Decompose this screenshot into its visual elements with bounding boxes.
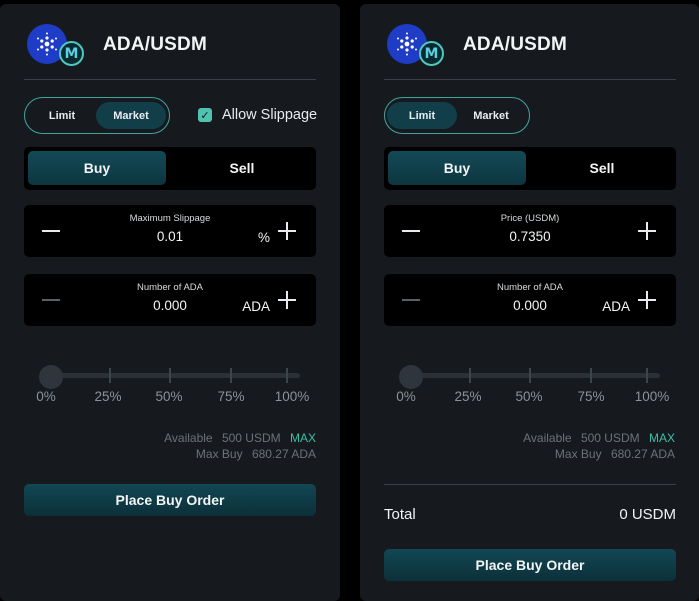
slider-mark[interactable]: 100% [632,389,672,404]
slider-tick [646,368,648,383]
decrement-icon[interactable] [42,230,60,232]
price-stepper: Price (USDM) 0.7350 [384,205,676,257]
available-value: 500 USDM [580,431,640,445]
ada-amount-input[interactable]: 0.000 [84,298,256,313]
decrement-icon[interactable] [42,299,60,301]
pair-header: M ADA/USDM [27,24,307,66]
amount-slider[interactable]: 0% 25% 50% 75% 100% [24,359,316,409]
decrement-icon[interactable] [402,299,420,301]
max-buy-label: Max Buy [554,447,602,461]
pair-title: ADA/USDM [463,34,567,55]
sell-tab[interactable]: Sell [532,151,672,185]
limit-order-panel: M ADA/USDM Limit Market Buy Sell Price (… [360,4,699,601]
pair-title: ADA/USDM [103,34,207,55]
max-button[interactable]: MAX [649,431,675,445]
order-type-toggle: Limit Market [384,97,530,134]
slider-mark[interactable]: 50% [149,389,189,404]
limit-tab[interactable]: Limit [27,102,97,129]
allow-slippage-label: Allow Slippage [222,107,318,123]
ada-amount-label: Number of ADA [497,282,563,293]
ada-unit: ADA [602,299,630,314]
checkmark-icon[interactable]: ✓ [198,108,212,122]
slider-mark[interactable]: 0% [26,389,66,404]
price-input[interactable]: 0.7350 [444,229,616,244]
max-slippage-label: Maximum Slippage [129,213,211,224]
slider-mark[interactable]: 50% [509,389,549,404]
place-buy-order-button[interactable]: Place Buy Order [384,549,676,581]
max-buy: Max Buy 680.27 ADA [555,447,675,461]
price-label: Price (USDM) [500,213,560,224]
limit-tab[interactable]: Limit [387,102,457,129]
ada-unit: ADA [242,299,270,314]
pair-header: M ADA/USDM [387,24,667,66]
available-label: Available [523,431,572,445]
buy-sell-toggle: Buy Sell [384,147,676,190]
ada-amount-stepper: Number of ADA 0.000 ADA [384,274,676,326]
usdm-icon: M [59,41,84,66]
market-tab[interactable]: Market [456,102,526,129]
max-slippage-stepper: Maximum Slippage 0.01 % [24,205,316,257]
max-slippage-input[interactable]: 0.01 [84,229,256,244]
order-type-toggle: Limit Market [24,97,170,134]
slider-mark[interactable]: 25% [448,389,488,404]
market-order-panel: M ADA/USDM Limit Market ✓ Allow Slippage… [0,4,340,601]
usdm-icon: M [419,41,444,66]
max-buy-value: 680.27 ADA [610,447,675,461]
max-buy-value: 680.27 ADA [251,447,316,461]
buy-sell-toggle: Buy Sell [24,147,316,190]
max-buy: Max Buy 680.27 ADA [196,447,316,461]
percent-unit: % [257,230,270,245]
header-divider [24,79,316,80]
amount-slider[interactable]: 0% 25% 50% 75% 100% [384,359,676,409]
available-label: Available [164,431,213,445]
max-button[interactable]: MAX [290,431,316,445]
ada-amount-label: Number of ADA [137,282,203,293]
slider-mark[interactable]: 100% [272,389,312,404]
ada-amount-stepper: Number of ADA 0.000 ADA [24,274,316,326]
slider-mark[interactable]: 75% [211,389,251,404]
sell-tab[interactable]: Sell [172,151,312,185]
increment-icon[interactable] [278,222,296,240]
header-divider [384,79,676,80]
slider-tick [169,368,171,383]
place-buy-order-button[interactable]: Place Buy Order [24,484,316,516]
slider-mark[interactable]: 25% [88,389,128,404]
total-value: 0 USDM [619,506,676,523]
max-buy-label: Max Buy [195,447,243,461]
slider-tick [109,368,111,383]
slider-mark[interactable]: 0% [386,389,426,404]
increment-icon[interactable] [638,291,656,309]
decrement-icon[interactable] [402,230,420,232]
ada-amount-input[interactable]: 0.000 [444,298,616,313]
slider-tick [469,368,471,383]
slider-mark[interactable]: 75% [571,389,611,404]
order-total: Total 0 USDM [384,506,676,523]
increment-icon[interactable] [278,291,296,309]
total-label: Total [384,506,416,523]
slider-tick [286,368,288,383]
buy-tab[interactable]: Buy [28,151,166,185]
slider-tick [590,368,592,383]
buy-tab[interactable]: Buy [388,151,526,185]
allow-slippage-checkbox[interactable]: ✓ Allow Slippage [198,105,317,125]
total-divider [384,484,676,485]
available-value: 500 USDM [221,431,281,445]
available-balance: Available 500 USDM MAX [164,431,316,445]
available-balance: Available 500 USDM MAX [523,431,675,445]
market-tab[interactable]: Market [96,102,166,129]
slider-handle[interactable] [399,365,423,389]
increment-icon[interactable] [638,222,656,240]
slider-tick [230,368,232,383]
slider-handle[interactable] [39,365,63,389]
slider-tick [529,368,531,383]
